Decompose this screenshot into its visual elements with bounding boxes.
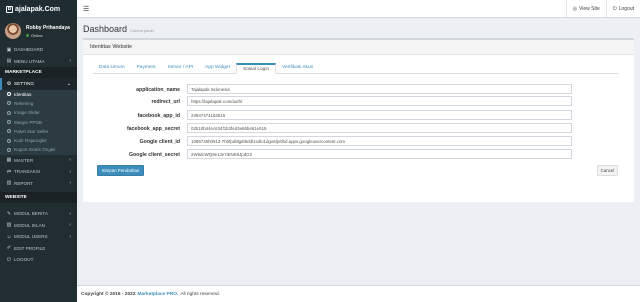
user-name: Robby Prihandaya [26,24,70,31]
sidebar-item-label: MODUL USERS [14,234,48,240]
page-subtitle: Control panel [130,28,154,33]
tab-payment[interactable]: Payment [131,62,162,73]
logo-text: ajalapak.Com [15,5,61,13]
footer-brand-link[interactable]: Marketplace PRO. [137,292,178,297]
field-label: redirect_url [151,99,180,105]
tab-data-umum[interactable]: Data Umum [93,62,131,73]
facebook-app-id-input[interactable]: 23947474163615 [187,110,572,120]
app-logo[interactable]: B ajalapak.Com [0,0,77,18]
top-navbar: ☰ ◎ View Site ⏻ Logout [77,0,640,18]
sidebar-item-label: MODUL BERITA [14,211,48,217]
application-name-input[interactable]: Tajalapak Indonesia [187,84,572,94]
form-row: facebook_app_secret 02b10b44ec634f1b2fed… [0,123,640,135]
user-status: Online [26,33,70,38]
logout-link[interactable]: ⏻ Logout [605,0,640,17]
hamburger-icon[interactable]: ☰ [83,5,89,13]
footer: Copyright © 2016 - 2022 Marketplace PRO.… [77,285,640,302]
globe-icon: ◎ [572,5,577,12]
form-row: application_name Tajalapak Indonesia [0,84,640,96]
chevron-left-icon: ‹ [69,168,71,175]
box-title: Identitas Website [83,40,634,55]
google-client-secret-input[interactable]: 2W6dcWQ9e1Je7iENK8JpdG2 [187,149,572,159]
sidebar-item-logout[interactable]: ⏻ LOGOUT [0,254,77,266]
chevron-left-icon: ‹ [69,58,71,65]
form-row: redirect_url https://tajalapak.com/auth/ [0,96,640,108]
cancel-button[interactable]: Cancel [597,165,618,176]
page-header: Dashboard Control panel [77,18,640,35]
tab-app-widget[interactable]: App Widget [199,62,236,73]
sidebar-item-modul-users[interactable]: ☺ MODUL USERS ‹ [0,231,77,243]
dashboard-icon: ▣ [6,46,12,53]
sidebar-header-website: WEBSITE [0,192,77,204]
menu-icon: ▤ [6,58,12,65]
field-label: application_name [136,87,180,93]
tab-verifikasi-akun[interactable]: Verifikasi Akun [276,62,319,73]
user-status-label: Online [31,32,43,38]
sidebar-item-label: TRANSAKSI [14,169,41,175]
tab-server-api[interactable]: Server / API [162,62,200,73]
chevron-left-icon: ‹ [69,180,71,187]
view-site-link[interactable]: ◎ View Site [565,0,606,17]
power-icon: ⏻ [612,5,617,12]
facebook-app-secret-input[interactable]: 02b10b44ec634f1b2fed3e66be61e515 [187,123,572,133]
sidebar-header-marketplace: MARKETPLACE [0,67,77,78]
google-client-id-input[interactable]: 1085746h0613-7h0fpd8lgdt5ddl1sdlo1dgo6lj… [187,136,572,146]
field-label: facebook_app_id [137,113,180,119]
tab-sosial-login[interactable]: Sosial Login [235,63,277,74]
sidebar-item-label: LOGOUT [14,257,34,263]
sidebar-item-label: DASHBOARD [14,47,44,53]
users-icon: ☺ [6,233,12,240]
sidebar-item-label: EDIT PROFILE [14,245,46,251]
avatar [5,23,21,39]
sidebar-item-label: MENU UTAMA [14,58,45,64]
file-icon: ▥ [6,180,12,187]
field-label: facebook_app_secret [126,126,180,132]
form-row: facebook_app_id 23947474163615 [0,110,640,122]
chevron-left-icon: ‹ [69,210,71,217]
image-icon: ▨ [6,222,12,229]
settings-tabs: Data Umum Payment Server / API App Widge… [93,63,618,74]
field-label: Google client_id [139,139,180,145]
sidebar-item-edit-profile[interactable]: ✐ EDIT PROFILE [0,243,77,255]
sidebar-item-report[interactable]: ▥ REPORT ‹ [0,178,77,190]
form-row: Google client_id 1085746h0613-7h0fpd8lgd… [0,136,640,148]
page-title: Dashboard [83,24,128,34]
sidebar-item-modul-iklan[interactable]: ▨ MODUL IKLAN ‹ [0,220,77,232]
sidebar-item-modul-berita[interactable]: ✎ MODUL BERITA ‹ [0,208,77,220]
edit-icon: ✐ [6,245,12,252]
logout-label: Logout [618,5,634,12]
online-dot-icon [26,33,29,37]
logo-icon: B [6,5,13,13]
redirect-url-input[interactable]: https://tajalapak.com/auth/ [187,96,572,106]
view-site-label: View Site [578,5,600,12]
form-row: Google client_secret 2W6dcWQ9e1Je7iENK8J… [0,149,640,161]
footer-rights: All rights reserved. [180,291,220,297]
power-icon: ⏻ [7,256,11,263]
field-label: Google client_secret [128,152,180,158]
footer-copyright: Copyright © 2016 - 2022 [81,291,136,297]
pencil-icon: ✎ [6,210,12,217]
save-button[interactable]: Simpan Perubahan [97,165,144,176]
sidebar-item-dashboard[interactable]: ▣ DASHBOARD [0,44,77,56]
sidebar-item-transaksi[interactable]: ⇄ TRANSAKSI ‹ [0,166,77,178]
user-panel: Robby Prihandaya Online [0,18,77,44]
chevron-left-icon: ‹ [69,222,71,229]
chevron-left-icon: ‹ [69,233,71,240]
sidebar-item-label: REPORT [14,180,34,186]
cart-icon: ⇄ [6,168,12,175]
sidebar-item-label: MODUL IKLAN [14,222,45,228]
sidebar-item-menu-utama[interactable]: ▤ MENU UTAMA ‹ [0,56,77,68]
